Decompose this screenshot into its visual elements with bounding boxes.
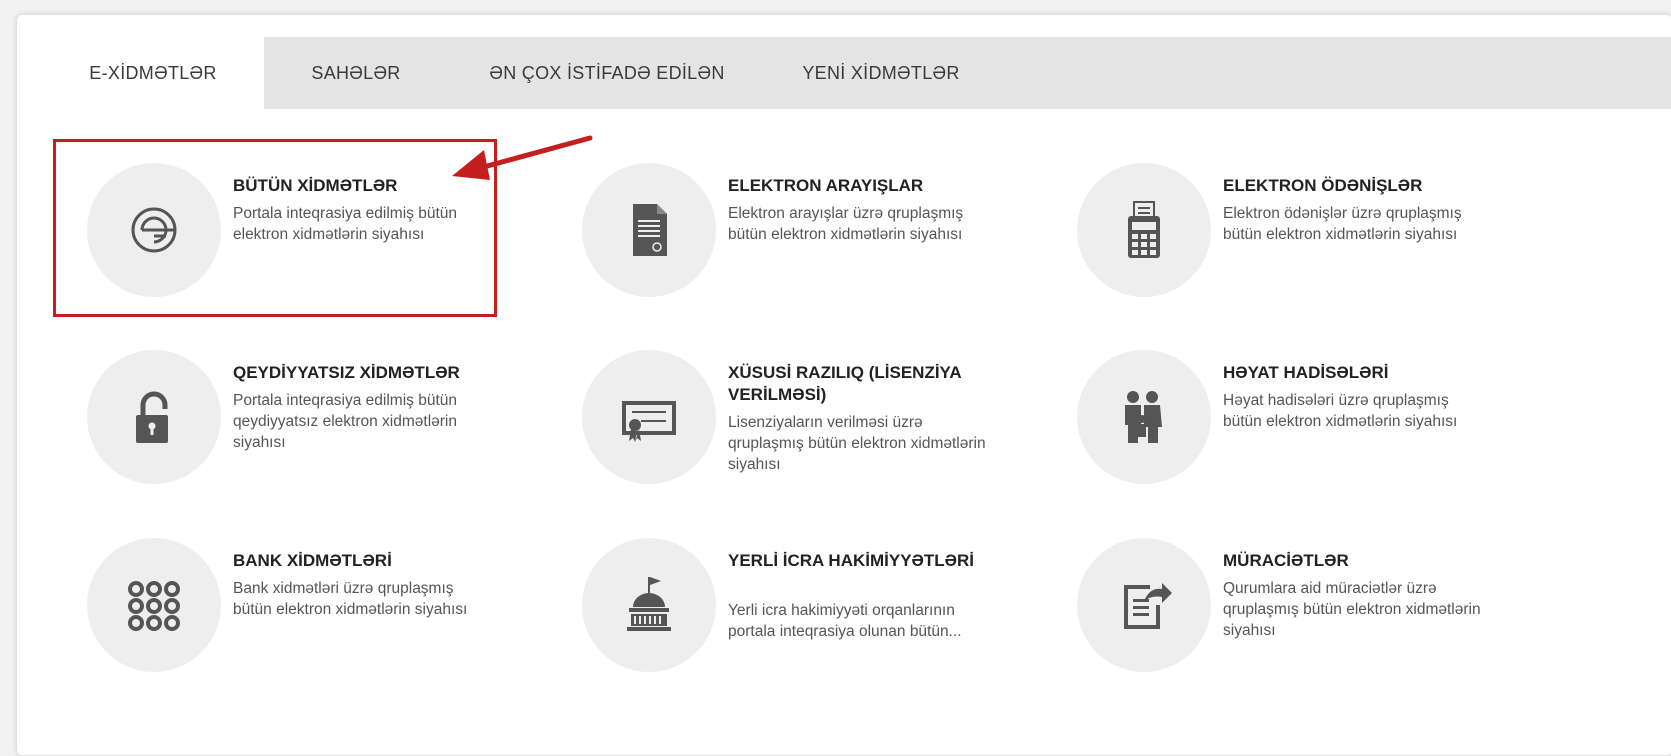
card-icon-circle <box>582 350 716 484</box>
card-bank-services[interactable]: BANK XİDMƏTLƏRİ Bank xidmətləri üzrə qru… <box>87 538 527 688</box>
card-description: Elektron ödənişlər üzrə qruplaşmış bütün… <box>1223 205 1462 243</box>
card-title: QEYDİYYATSIZ XİDMƏTLƏR <box>233 363 460 382</box>
card-title: XÜSUSİ RAZILIQ (LİSENZİYA VERİLMƏSİ) <box>728 363 961 404</box>
red-arrow-icon <box>452 135 593 180</box>
card-special-permission[interactable]: XÜSUSİ RAZILIQ (LİSENZİYA VERİLMƏSİ) Lis… <box>582 350 1022 500</box>
tab-e-services[interactable]: E-XİDMƏTLƏR <box>42 37 264 109</box>
card-description: Həyat hadisələri üzrə qruplaşmış bütün e… <box>1223 392 1458 430</box>
tab-most-used[interactable]: ƏN ÇOX İSTİFADƏ EDİLƏN <box>448 37 766 109</box>
card-icon-circle <box>1077 538 1211 672</box>
unlocked-padlock-icon <box>136 391 168 443</box>
card-electronic-payments[interactable]: ELEKTRON ÖDƏNİŞLƏR Elektron ödənişlər üz… <box>1077 163 1517 313</box>
card-icon-circle <box>1077 350 1211 484</box>
tab-bar: E-XİDMƏTLƏR SAHƏLƏR ƏN ÇOX İSTİFADƏ EDİL… <box>42 37 1671 109</box>
card-icon-circle <box>582 538 716 672</box>
highlight-box <box>53 139 497 317</box>
certificate-icon <box>622 401 676 442</box>
card-icon-circle <box>87 538 221 672</box>
card-life-events[interactable]: HƏYAT HADİSƏLƏRİ Həyat hadisələri üzrə q… <box>1077 350 1517 500</box>
card-icon-circle <box>1077 163 1211 297</box>
card-appeals[interactable]: MÜRACİƏTLƏR Qurumlara aid müraciətlər üz… <box>1077 538 1517 688</box>
payment-terminal-icon <box>1128 201 1160 258</box>
card-local-authorities[interactable]: YERLİ İCRA HAKİMİYYƏTLƏRİ Yerli icra hak… <box>582 538 1022 688</box>
card-title: ELEKTRON ARAYIŞLAR <box>728 176 924 195</box>
document-icon <box>633 204 667 256</box>
tab-new-services[interactable]: YENİ XİDMƏTLƏR <box>766 37 996 109</box>
card-description: Elektron arayışlar üzrə qruplaşmış bütün… <box>728 205 964 243</box>
tab-sectors[interactable]: SAHƏLƏR <box>264 37 448 109</box>
keypad-grid-icon <box>128 581 180 631</box>
card-unregistered-services[interactable]: QEYDİYYATSIZ XİDMƏTLƏR Portala inteqrasi… <box>87 350 527 500</box>
card-icon-circle <box>582 163 716 297</box>
card-description: Yerli icra hakimiyyəti orqanlarının port… <box>728 602 962 640</box>
family-icon <box>1125 391 1162 443</box>
card-description: Lisenziyaların verilməsi üzrə qruplaşmış… <box>728 414 986 473</box>
card-description: Qurumlara aid müraciətlər üzrə qruplaşmı… <box>1223 580 1481 639</box>
card-title: HƏYAT HADİSƏLƏRİ <box>1223 363 1389 382</box>
card-title: ELEKTRON ÖDƏNİŞLƏR <box>1223 176 1423 195</box>
card-title: MÜRACİƏTLƏR <box>1223 551 1349 570</box>
card-electronic-references[interactable]: ELEKTRON ARAYIŞLAR Elektron arayışlar üz… <box>582 163 1022 313</box>
card-description: Bank xidmətləri üzrə qruplaşmış bütün el… <box>233 580 468 618</box>
card-icon-circle <box>87 350 221 484</box>
card-title: YERLİ İCRA HAKİMİYYƏTLƏRİ <box>728 551 975 570</box>
government-building-icon <box>627 577 671 631</box>
card-description: Portala inteqrasiya edilmiş bütün qeydiy… <box>233 392 458 451</box>
card-title: BANK XİDMƏTLƏRİ <box>233 551 392 570</box>
edit-document-icon <box>1124 583 1172 629</box>
